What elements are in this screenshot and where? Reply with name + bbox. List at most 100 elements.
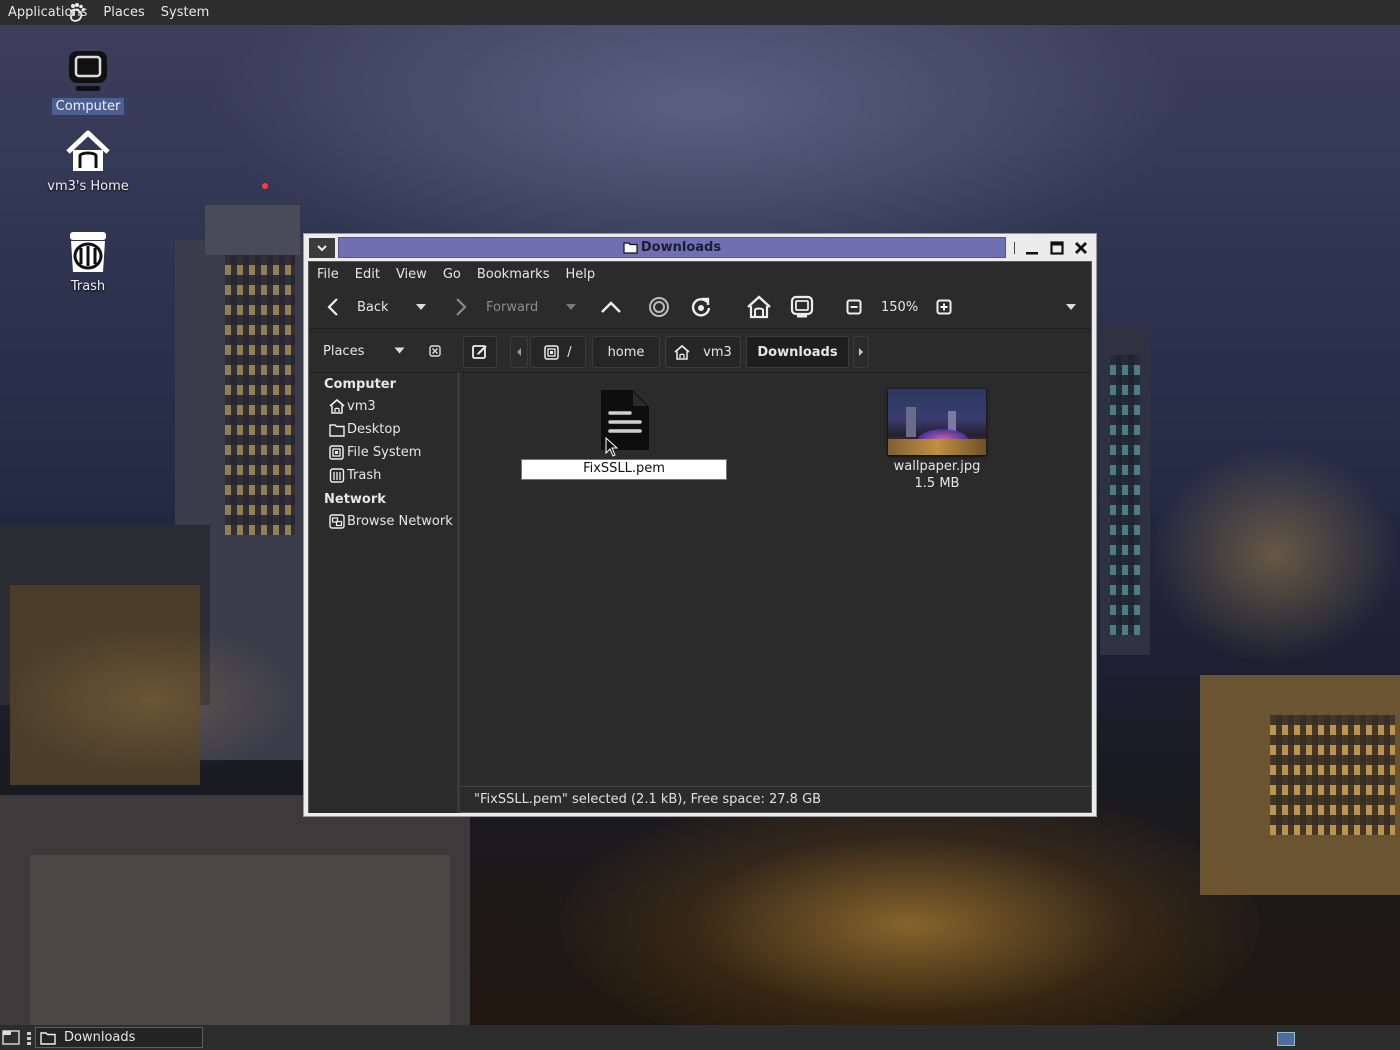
sidebar-item-browse-network[interactable]: Browse Network — [329, 514, 453, 529]
window-title-bar[interactable]: Downloads — [338, 237, 1006, 258]
window-controls — [1009, 237, 1093, 258]
back-history-dropdown[interactable] — [415, 286, 427, 328]
dropdown-arrow-icon — [1066, 304, 1076, 310]
computer-button[interactable] — [790, 286, 814, 328]
menubar: File Edit View Go Bookmarks Help — [309, 262, 1091, 286]
desktop-icon-trash[interactable]: Trash — [43, 228, 133, 295]
sidebar-item-label: Desktop — [347, 422, 401, 437]
window-titlebar[interactable]: Downloads — [304, 234, 1096, 261]
minimize-icon[interactable] — [1025, 241, 1039, 255]
forward-button[interactable]: Forward — [453, 286, 538, 328]
window-client-area: File Edit View Go Bookmarks Help Back Fo… — [308, 261, 1092, 813]
crumb-home[interactable]: home — [592, 336, 660, 368]
sidebar-item-label: File System — [347, 445, 422, 460]
zoom-out-icon — [846, 299, 862, 315]
crumb-label: vm3 — [703, 344, 732, 360]
maximize-icon[interactable] — [1050, 240, 1064, 255]
desktop-icon-computer[interactable]: Computer — [43, 48, 133, 115]
top-panel: Applications Places System — [0, 0, 1400, 25]
home-icon — [674, 344, 690, 360]
scroll-left-icon — [517, 348, 521, 356]
sidebar-header-computer: Computer — [324, 377, 397, 392]
back-arrow-icon — [327, 298, 338, 316]
sidebar-item-trash[interactable]: Trash — [329, 468, 381, 483]
menu-help[interactable]: Help — [557, 267, 603, 282]
sidebar-item-label: Trash — [347, 468, 382, 483]
zoom-out-button[interactable] — [846, 286, 862, 328]
filesystem-icon — [329, 445, 344, 460]
bottom-panel: Downloads — [0, 1025, 1400, 1050]
file-manager-window: Downloads File Edit View Go Bookmarks He… — [303, 233, 1097, 817]
scroll-right-icon — [859, 348, 863, 356]
back-button[interactable]: Back — [325, 286, 389, 328]
menu-go[interactable]: Go — [435, 267, 469, 282]
gnome-foot-icon[interactable] — [66, 2, 88, 24]
reload-button[interactable] — [690, 286, 712, 328]
sidebar-item-file-system[interactable]: File System — [329, 445, 421, 460]
window-title: Downloads — [640, 240, 722, 255]
trash-icon — [329, 468, 345, 483]
menu-bookmarks[interactable]: Bookmarks — [469, 267, 558, 282]
crumb-downloads[interactable]: Downloads — [746, 336, 849, 368]
crumb-label: / — [567, 344, 572, 360]
chevron-down-icon — [317, 245, 327, 252]
file-icon-view[interactable]: FixSSLL.pem wallpaper.jpg 1.5 MB — [460, 372, 1091, 787]
dropdown-arrow-icon — [566, 304, 576, 310]
dropdown-arrow-icon — [416, 304, 426, 310]
toggle-location-entry-button[interactable] — [463, 336, 497, 368]
divider — [1014, 241, 1016, 254]
desktop-icon-label: vm3's Home — [47, 179, 129, 194]
crumb-root[interactable]: / — [530, 336, 586, 368]
crumb-scroll-left[interactable] — [510, 336, 528, 368]
taskbar-window-label: Downloads — [64, 1030, 136, 1045]
sidebar-item-vm3[interactable]: vm3 — [329, 399, 376, 414]
file-size: 1.5 MB — [914, 476, 960, 491]
filename-rename-field[interactable]: FixSSLL.pem — [521, 459, 727, 480]
desktop-icon-label: Computer — [51, 98, 125, 115]
menu-view[interactable]: View — [388, 267, 435, 282]
desktop-icon-home[interactable]: vm3's Home — [43, 128, 133, 195]
menu-edit[interactable]: Edit — [347, 267, 388, 282]
folder-icon — [329, 423, 345, 437]
zoom-in-icon — [936, 299, 952, 315]
home-icon — [747, 295, 771, 319]
panel-handle-icon[interactable] — [26, 1031, 32, 1045]
crumb-label: home — [607, 344, 645, 360]
home-icon — [66, 130, 110, 171]
sidebar-header-network: Network — [324, 492, 386, 507]
image-thumbnail — [888, 389, 986, 455]
zoom-in-button[interactable] — [936, 286, 952, 328]
up-button[interactable] — [600, 286, 622, 328]
show-desktop-icon[interactable] — [2, 1029, 20, 1045]
menu-places[interactable]: Places — [95, 0, 152, 25]
folder-icon — [40, 1031, 56, 1045]
computer-icon — [790, 295, 814, 318]
reload-icon — [691, 297, 711, 317]
forward-history-dropdown[interactable] — [565, 286, 577, 328]
menu-file[interactable]: File — [309, 267, 347, 282]
sidebar-selector[interactable]: Places — [309, 329, 457, 373]
home-icon — [329, 399, 345, 414]
crumb-vm3[interactable]: vm3 — [665, 336, 741, 368]
taskbar-window-button[interactable]: Downloads — [35, 1027, 203, 1048]
crumb-scroll-right[interactable] — [853, 336, 869, 368]
window-menu-button[interactable] — [309, 238, 335, 258]
up-arrow-icon — [601, 301, 621, 313]
close-icon[interactable] — [1074, 241, 1088, 255]
menu-system[interactable]: System — [153, 0, 217, 25]
stop-button[interactable] — [648, 286, 670, 328]
file-item[interactable]: FixSSLL.pem — [521, 389, 727, 481]
places-sidebar: Computer vm3 Desktop File System Trash N… — [309, 372, 460, 813]
forward-arrow-icon — [456, 298, 467, 316]
network-icon — [329, 514, 345, 529]
status-text: "FixSSLL.pem" selected (2.1 kB), Free sp… — [474, 792, 822, 807]
file-item[interactable]: wallpaper.jpg 1.5 MB — [880, 389, 994, 499]
workspace-switcher[interactable] — [1277, 1032, 1295, 1046]
close-sidebar-icon[interactable] — [429, 345, 441, 357]
dropdown-arrow-icon — [394, 347, 405, 354]
toolbar-overflow-dropdown[interactable] — [1065, 286, 1077, 328]
sidebar-item-desktop[interactable]: Desktop — [329, 422, 401, 437]
zoom-level[interactable]: 150% — [881, 286, 918, 328]
forward-label: Forward — [486, 299, 539, 315]
home-button[interactable] — [746, 286, 772, 328]
